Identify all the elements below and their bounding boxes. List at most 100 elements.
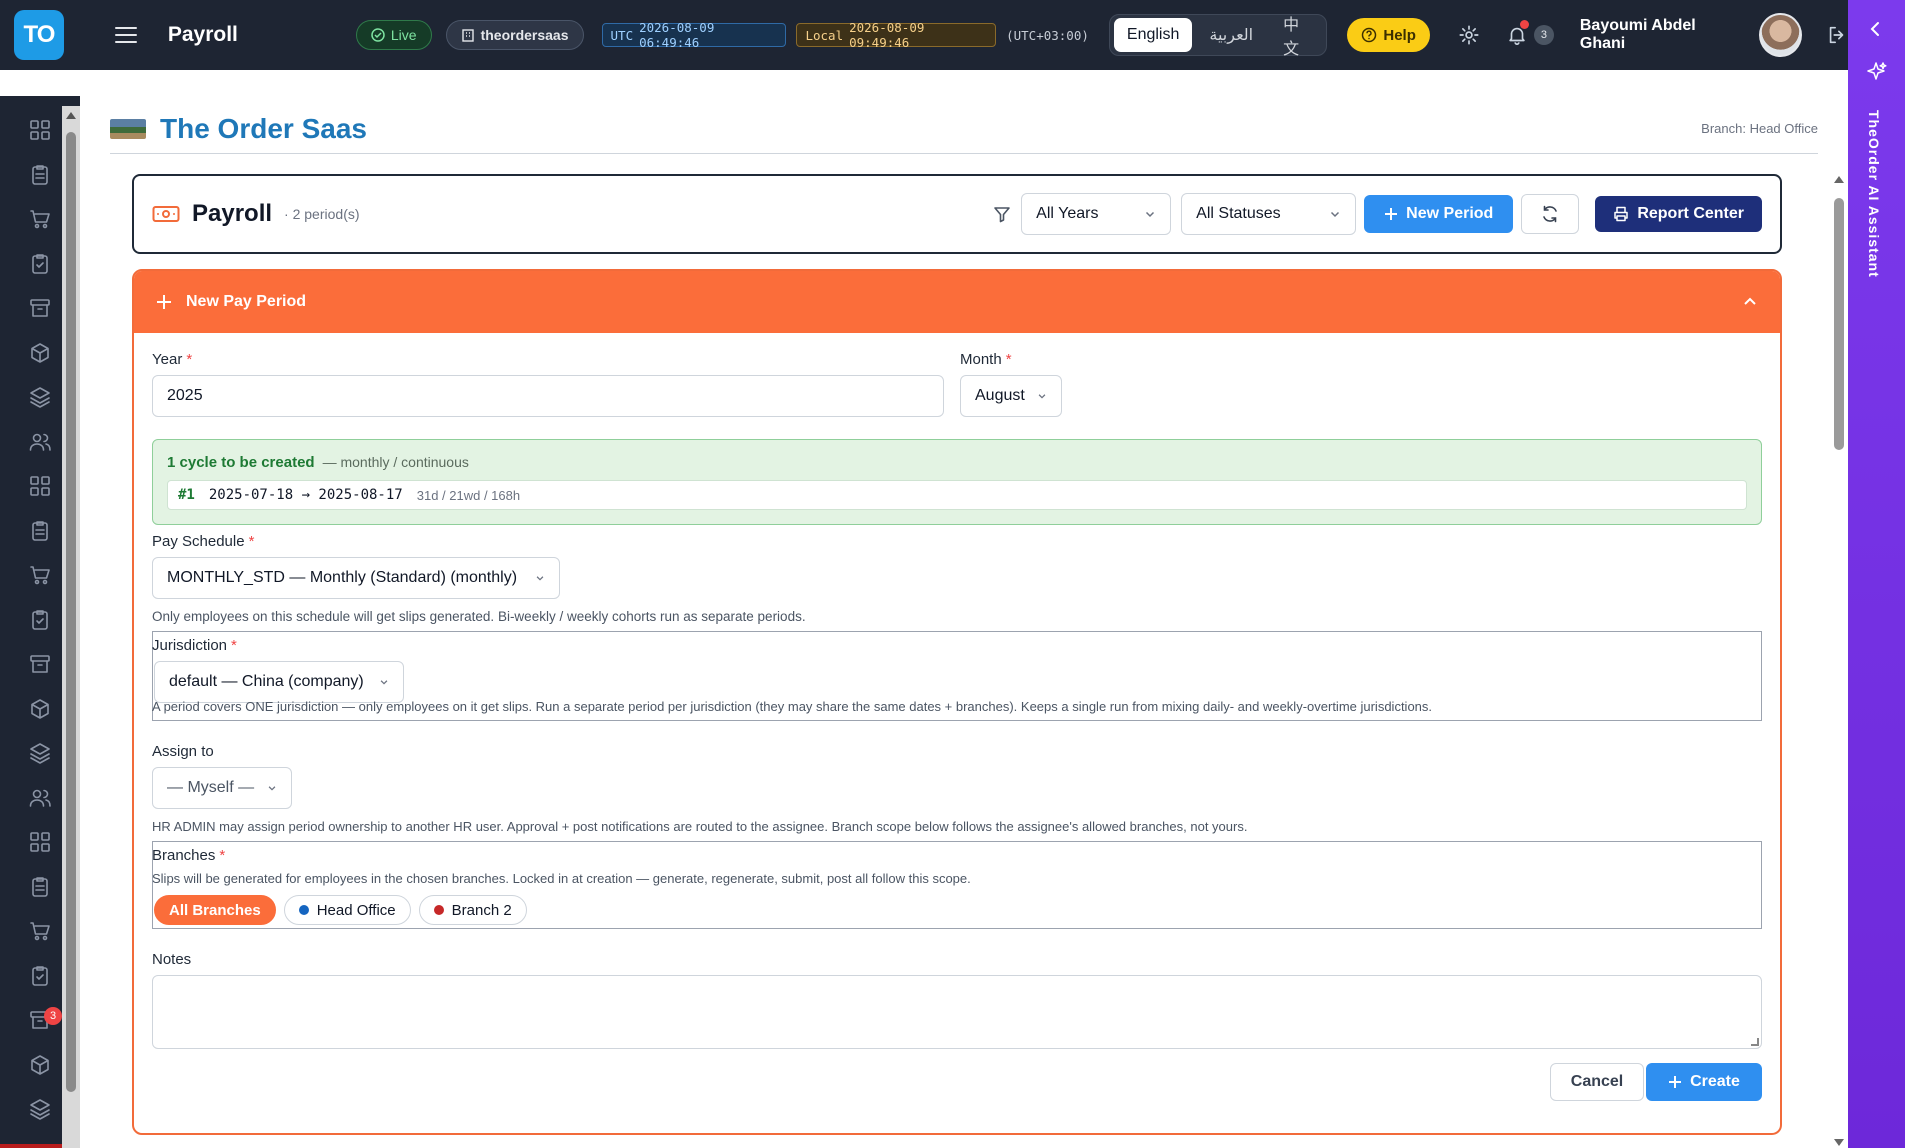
team-icon[interactable] bbox=[28, 1053, 52, 1077]
branch-chip-label: Branch 2 bbox=[451, 901, 512, 919]
resize-handle[interactable] bbox=[1751, 1038, 1759, 1046]
check-circle-icon bbox=[371, 28, 385, 42]
branch-color-dot bbox=[433, 905, 444, 915]
checklist-icon[interactable] bbox=[28, 252, 52, 276]
avatar[interactable] bbox=[1759, 13, 1802, 57]
month-value: August bbox=[975, 387, 1025, 404]
package-icon[interactable] bbox=[28, 341, 52, 365]
wallet-icon[interactable] bbox=[28, 652, 52, 676]
branch-chips: All Branches Head Office Branch 2 bbox=[154, 895, 527, 925]
company-logo bbox=[110, 118, 146, 139]
new-period-button[interactable]: New Period bbox=[1364, 195, 1514, 233]
document-icon[interactable] bbox=[28, 741, 52, 765]
inbox-icon[interactable] bbox=[28, 964, 52, 988]
status-filter-value: All Statuses bbox=[1196, 205, 1281, 222]
book-icon[interactable] bbox=[28, 786, 52, 810]
year-filter-select[interactable]: All Years bbox=[1021, 193, 1172, 235]
status-filter-select[interactable]: All Statuses bbox=[1181, 193, 1357, 235]
form-header[interactable]: New Pay Period bbox=[134, 271, 1780, 333]
scroll-up-arrow[interactable] bbox=[66, 112, 76, 119]
cycle-range: 2025-07-18 → 2025-08-17 bbox=[208, 487, 403, 503]
dollar-doc-icon[interactable] bbox=[28, 608, 52, 632]
scroll-thumb[interactable] bbox=[1834, 198, 1844, 450]
chart-icon[interactable] bbox=[28, 875, 52, 899]
notifications[interactable]: 3 bbox=[1506, 20, 1554, 46]
report-center-button[interactable]: Report Center bbox=[1595, 196, 1762, 232]
cart-icon[interactable] bbox=[28, 207, 52, 231]
jurisdiction-select[interactable]: default — China (company) bbox=[154, 661, 404, 703]
scroll-up-arrow[interactable] bbox=[1834, 176, 1844, 183]
branch-chip-head-office[interactable]: Head Office bbox=[283, 895, 411, 925]
utc-clock: UTC 2026-08-09 06:49:46 bbox=[601, 20, 787, 50]
create-button[interactable]: Create bbox=[1646, 1063, 1762, 1101]
ship-icon[interactable] bbox=[28, 563, 52, 587]
calendar-clock-icon[interactable] bbox=[28, 1097, 52, 1121]
badge-icon[interactable] bbox=[28, 474, 52, 498]
menu-icon[interactable] bbox=[114, 25, 138, 45]
page-scrollbar[interactable] bbox=[1830, 170, 1848, 1148]
year-input[interactable]: 2025 bbox=[152, 375, 944, 417]
chevron-down-icon bbox=[1329, 208, 1341, 220]
period-count: · 2 period(s) bbox=[284, 206, 360, 222]
layers-icon[interactable] bbox=[28, 385, 52, 409]
filter-icon bbox=[993, 205, 1011, 223]
notification-dot bbox=[1519, 20, 1529, 29]
lang-chinese[interactable]: 中文 bbox=[1270, 17, 1322, 58]
local-prefix: Local bbox=[805, 27, 844, 43]
branch-chip-all[interactable]: All Branches bbox=[154, 895, 276, 925]
tenant-label: theordersaas bbox=[480, 27, 569, 43]
branch-label: Branch: Head Office bbox=[1701, 121, 1818, 136]
ai-assistant-panel[interactable]: TheOrder AI Assistant bbox=[1848, 0, 1905, 1148]
new-period-label: New Period bbox=[1406, 205, 1494, 222]
help-button[interactable]: Help bbox=[1347, 18, 1430, 52]
branch-chip-branch-2[interactable]: Branch 2 bbox=[418, 895, 527, 925]
coins-icon[interactable] bbox=[28, 919, 52, 943]
pay-schedule-select[interactable]: MONTHLY_STD — Monthly (Standard) (monthl… bbox=[152, 557, 560, 599]
chevron-down-icon bbox=[1144, 208, 1156, 220]
scroll-thumb[interactable] bbox=[66, 132, 76, 1092]
company-header: The Order Saas Branch: Head Office bbox=[110, 110, 1818, 154]
assign-value: — Myself — bbox=[167, 779, 255, 796]
lang-english[interactable]: English bbox=[1113, 18, 1193, 52]
year-label: Year * bbox=[152, 351, 193, 368]
cancel-button[interactable]: Cancel bbox=[1550, 1063, 1644, 1101]
gear-icon[interactable] bbox=[1458, 24, 1480, 46]
chevron-up-icon[interactable] bbox=[1742, 294, 1758, 310]
refresh-icon bbox=[1541, 205, 1559, 223]
refresh-button[interactable] bbox=[1521, 194, 1580, 234]
dashboard-icon[interactable] bbox=[28, 118, 52, 142]
payroll-header: Payroll · 2 period(s) All Years All Stat… bbox=[132, 174, 1782, 254]
branches-help: Slips will be generated for employees in… bbox=[152, 871, 971, 886]
scroll-down-arrow[interactable] bbox=[1834, 1139, 1844, 1146]
cycle-title: 1 cycle to be created — monthly / continu… bbox=[167, 454, 469, 471]
create-label: Create bbox=[1690, 1073, 1740, 1090]
jurisdiction-value: default — China (company) bbox=[169, 673, 364, 690]
tenant-badge[interactable]: theordersaas bbox=[445, 20, 584, 50]
jurisdiction-label: Jurisdiction * bbox=[152, 637, 237, 654]
sidebar-top-strip bbox=[0, 70, 80, 96]
assign-help: HR ADMIN may assign period ownership to … bbox=[152, 819, 1248, 834]
accessibility-icon[interactable] bbox=[28, 519, 52, 543]
app-logo[interactable]: TO bbox=[13, 10, 64, 60]
clipboard-icon[interactable] bbox=[28, 163, 52, 187]
user-name[interactable]: Bayoumi Abdel Ghani bbox=[1580, 17, 1741, 53]
sidebar-scrollbar[interactable] bbox=[62, 106, 80, 1148]
lang-arabic[interactable]: العربية bbox=[1196, 18, 1266, 52]
logout-icon[interactable] bbox=[1826, 24, 1848, 46]
plus-icon bbox=[1384, 207, 1398, 221]
branches-label: Branches * bbox=[152, 847, 226, 864]
notes-textarea[interactable] bbox=[152, 975, 1762, 1049]
live-label: Live bbox=[390, 27, 417, 43]
sidebar-bottom-accent bbox=[0, 1144, 62, 1148]
assign-select[interactable]: — Myself — bbox=[152, 767, 292, 809]
utc-prefix: UTC bbox=[610, 27, 634, 43]
dollar-icon[interactable] bbox=[28, 830, 52, 854]
users-icon[interactable] bbox=[28, 430, 52, 454]
archive-icon[interactable] bbox=[28, 296, 52, 320]
sidebar: 3 bbox=[0, 70, 80, 1148]
month-select[interactable]: August bbox=[960, 375, 1062, 417]
bank-icon[interactable] bbox=[28, 697, 52, 721]
plus-icon bbox=[156, 294, 172, 310]
chevron-left-icon[interactable] bbox=[1867, 20, 1885, 38]
cycle-row: #1 2025-07-18 → 2025-08-17 31d / 21wd / … bbox=[167, 480, 1747, 510]
